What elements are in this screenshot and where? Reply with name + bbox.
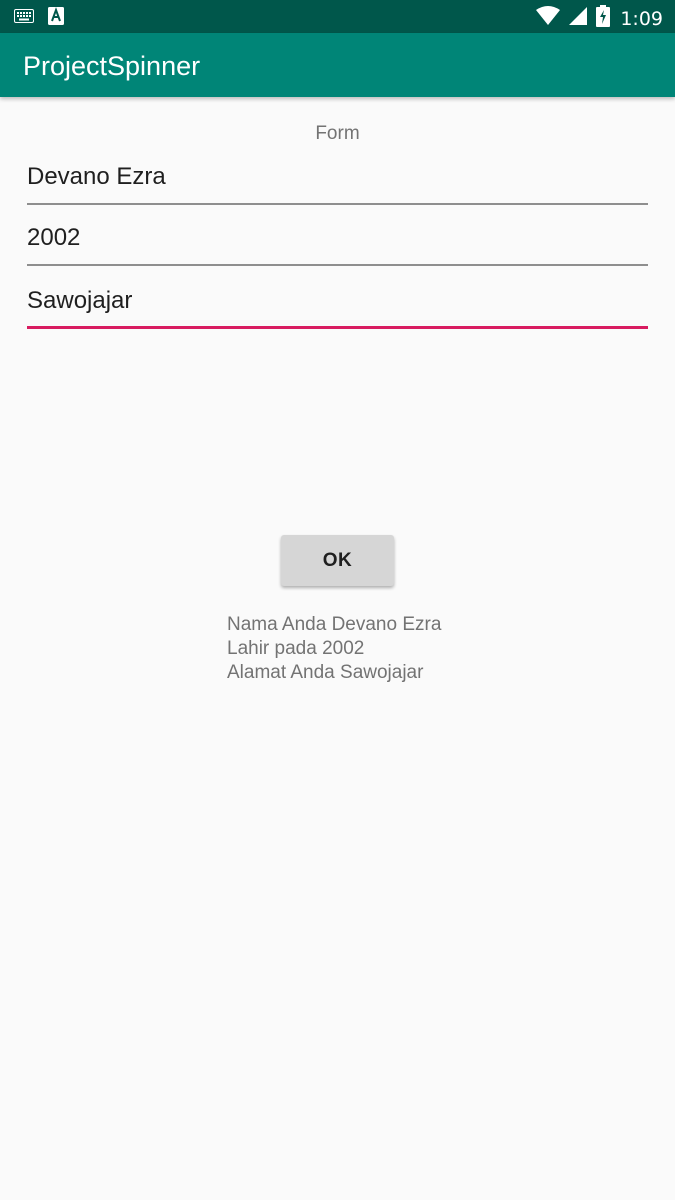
name-field-value: Devano Ezra xyxy=(27,163,166,190)
status-time: 1:09 xyxy=(620,7,663,30)
battery-icon xyxy=(596,5,611,32)
status-right-icons: 1:09 xyxy=(536,5,663,32)
signal-icon xyxy=(568,6,588,31)
result-birth-line: Lahir pada 2002 xyxy=(227,638,365,659)
a-badge-icon xyxy=(48,7,64,30)
name-field-underline xyxy=(27,203,648,205)
name-field[interactable]: Devano Ezra xyxy=(27,161,648,205)
app-title: ProjectSpinner xyxy=(23,51,201,81)
ok-button[interactable]: OK xyxy=(281,535,394,586)
wifi-icon xyxy=(536,6,561,31)
keyboard-icon xyxy=(14,9,34,28)
form-label: Form xyxy=(315,123,360,144)
app-bar: ProjectSpinner xyxy=(0,33,675,97)
result-name-line: Nama Anda Devano Ezra xyxy=(227,614,442,635)
status-bar: 1:09 xyxy=(0,0,675,33)
result-text: Nama Anda Devano Ezra Lahir pada 2002 Al… xyxy=(227,613,441,685)
status-left-icons xyxy=(14,7,64,30)
result-address-line: Alamat Anda Sawojajar xyxy=(227,662,424,683)
year-field[interactable]: 2002 xyxy=(27,222,648,266)
year-field-underline xyxy=(27,264,648,266)
year-field-value: 2002 xyxy=(27,224,81,251)
address-field-value: Sawojajar xyxy=(27,287,133,314)
address-field[interactable]: Sawojajar xyxy=(27,285,648,329)
address-field-underline xyxy=(27,326,648,329)
